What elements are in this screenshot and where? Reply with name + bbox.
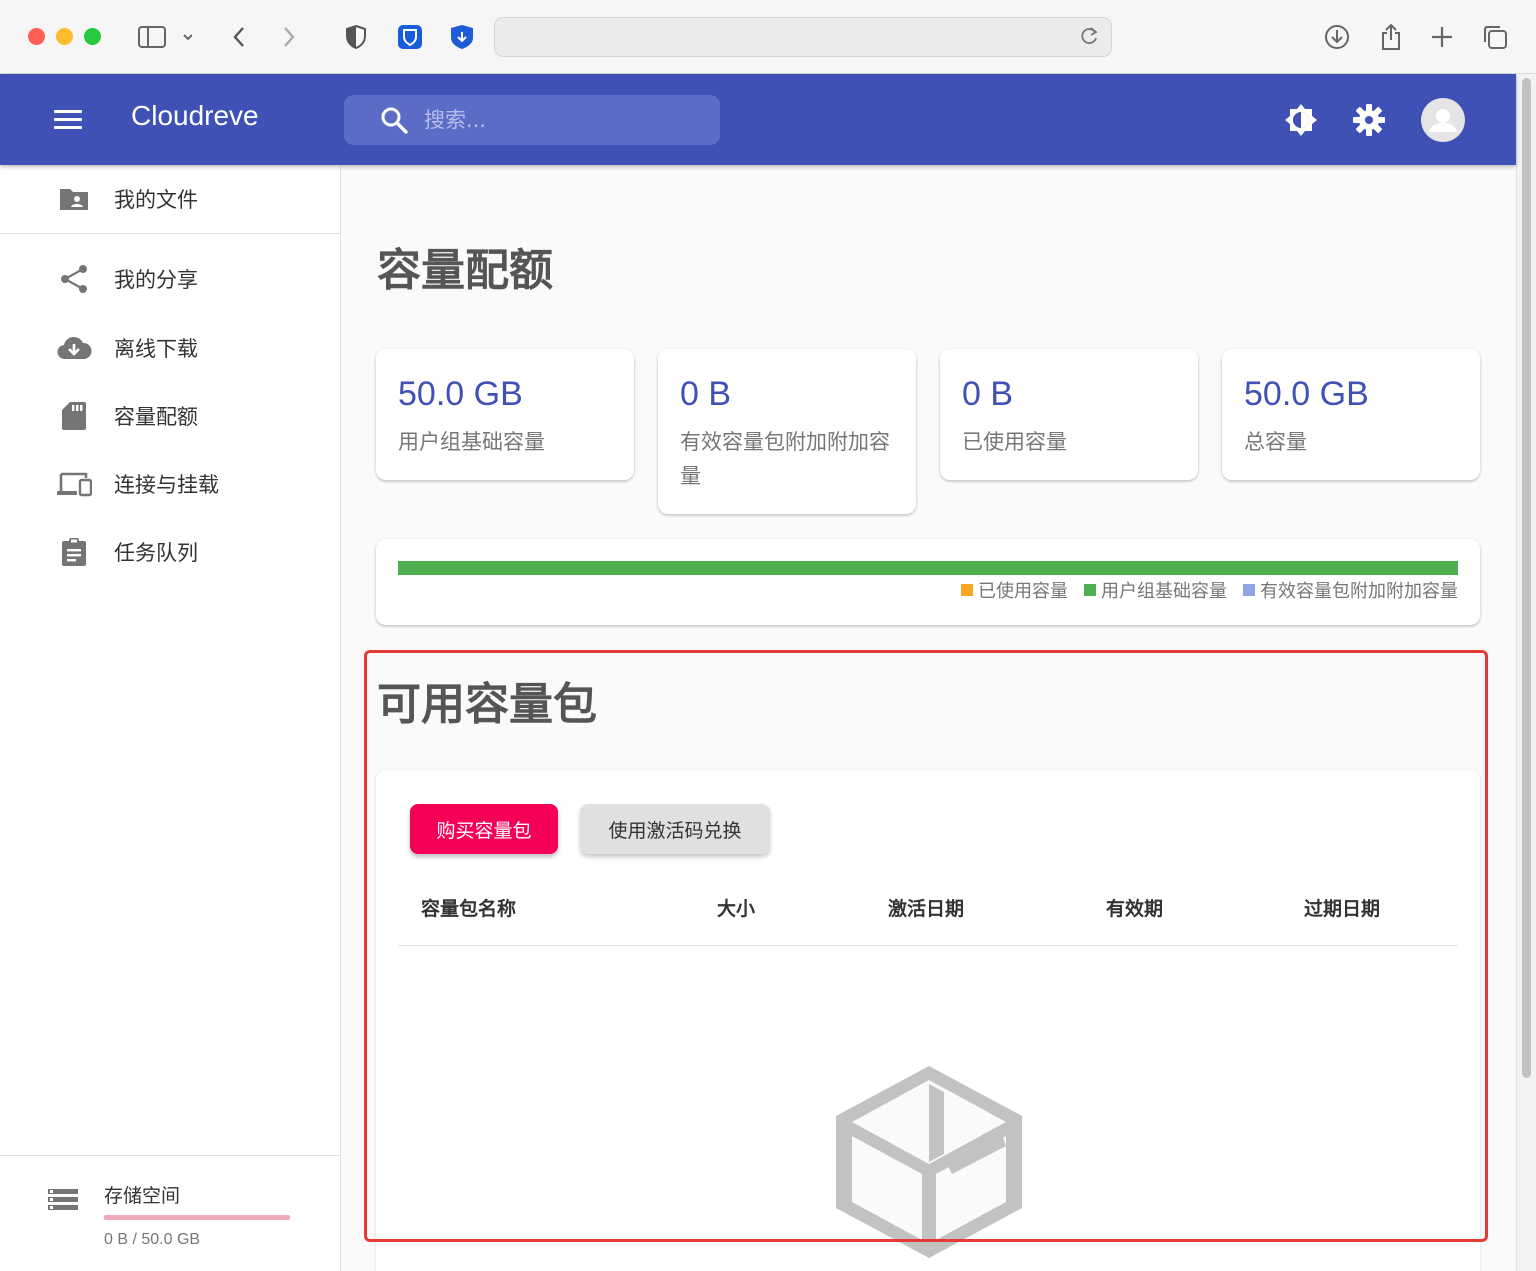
address-bar[interactable] bbox=[494, 17, 1112, 57]
window-zoom-button[interactable] bbox=[84, 28, 101, 45]
sd-card-icon bbox=[56, 398, 92, 434]
column-header-validity[interactable]: 有效期 bbox=[1106, 894, 1163, 921]
stat-label: 有效容量包附加附加容量 bbox=[680, 430, 890, 488]
browser-toolbar bbox=[0, 0, 1536, 74]
sidebar-item-label: 连接与挂载 bbox=[114, 473, 219, 497]
sidebar-item-connect-mount[interactable]: 连接与挂载 bbox=[0, 456, 341, 512]
packs-card: 购买容量包 使用激活码兑换 容量包名称 大小 激活日期 有效期 过期日期 bbox=[376, 770, 1480, 1271]
stat-value: 50.0 GB bbox=[1244, 375, 1369, 413]
folder-user-icon bbox=[56, 181, 92, 217]
extension-shield-icon[interactable] bbox=[448, 22, 476, 52]
clipboard-icon bbox=[56, 534, 92, 570]
stat-value: 50.0 GB bbox=[398, 375, 523, 413]
sidebar-item-my-shares[interactable]: 我的分享 bbox=[0, 251, 341, 307]
stat-card-pack-extra: 0 B 有效容量包附加附加容量 bbox=[658, 349, 916, 514]
packs-section-title: 可用容量包 bbox=[377, 679, 597, 730]
search-input[interactable] bbox=[424, 105, 704, 135]
sidebar-item-label: 容量配额 bbox=[114, 405, 198, 429]
user-icon bbox=[1429, 109, 1457, 132]
page-title: 容量配额 bbox=[377, 245, 553, 296]
usage-legend: 已使用容量 用户组基础容量 有效容量包附加附加容量 bbox=[945, 577, 1458, 603]
sidebar: 我的文件 我的分享 离线下载 容量配额 连接与挂载 任务队列 存储空间 0 B … bbox=[0, 165, 341, 1271]
stat-value: 0 B bbox=[962, 375, 1014, 413]
sidebar-item-quota[interactable]: 容量配额 bbox=[0, 388, 341, 444]
stat-card-total: 50.0 GB 总容量 bbox=[1222, 349, 1480, 480]
sidebar-item-label: 任务队列 bbox=[114, 541, 198, 565]
storage-icon bbox=[48, 1189, 78, 1210]
buy-pack-button[interactable]: 购买容量包 bbox=[410, 804, 558, 854]
downloads-icon[interactable] bbox=[1322, 22, 1352, 52]
devices-icon bbox=[56, 466, 92, 502]
legend-label: 用户组基础容量 bbox=[1101, 581, 1227, 602]
cloud-download-icon bbox=[56, 330, 92, 366]
legend-swatch bbox=[1243, 584, 1255, 596]
sidebar-item-label: 我的文件 bbox=[114, 188, 198, 212]
sidebar-item-label: 我的分享 bbox=[114, 268, 198, 292]
settings-gear-icon[interactable] bbox=[1349, 100, 1389, 140]
empty-box-icon bbox=[836, 1066, 1022, 1258]
sidebar-item-task-queue[interactable]: 任务队列 bbox=[0, 524, 341, 580]
share-icon bbox=[56, 261, 92, 297]
stat-label: 用户组基础容量 bbox=[398, 430, 545, 454]
storage-title: 存储空间 bbox=[104, 1185, 181, 1207]
avatar[interactable] bbox=[1421, 98, 1465, 142]
sidebar-item-label: 离线下载 bbox=[114, 337, 198, 361]
new-tab-icon[interactable] bbox=[1428, 22, 1456, 52]
table-header-divider bbox=[398, 945, 1458, 946]
theme-toggle-icon[interactable] bbox=[1281, 100, 1321, 140]
page-scrollbar[interactable] bbox=[1516, 74, 1536, 1271]
scrollbar-thumb[interactable] bbox=[1522, 78, 1531, 1078]
sidebar-item-my-files[interactable]: 我的文件 bbox=[0, 171, 341, 227]
stat-value: 0 B bbox=[680, 375, 732, 413]
sidebar-divider bbox=[0, 233, 341, 234]
bitwarden-extension-icon[interactable] bbox=[396, 22, 424, 52]
legend-item-pack-extra: 有效容量包附加附加容量 bbox=[1243, 577, 1458, 603]
storage-usage-text: 0 B / 50.0 GB bbox=[104, 1231, 201, 1248]
tab-overview-icon[interactable] bbox=[1480, 22, 1510, 52]
search-icon bbox=[381, 107, 408, 134]
window-minimize-button[interactable] bbox=[56, 28, 73, 45]
legend-item-group-base: 用户组基础容量 bbox=[1084, 577, 1227, 603]
window-close-button[interactable] bbox=[28, 28, 45, 45]
stat-card-used: 0 B 已使用容量 bbox=[940, 349, 1198, 480]
back-icon[interactable] bbox=[226, 22, 252, 52]
stat-label: 已使用容量 bbox=[962, 430, 1067, 454]
column-header-name[interactable]: 容量包名称 bbox=[421, 894, 516, 921]
search-box[interactable] bbox=[344, 95, 720, 145]
privacy-shield-icon[interactable] bbox=[342, 22, 370, 52]
storage-progress-bar bbox=[104, 1215, 290, 1220]
menu-icon[interactable] bbox=[54, 110, 82, 130]
legend-label: 已使用容量 bbox=[978, 581, 1068, 602]
sidebar-item-offline-download[interactable]: 离线下载 bbox=[0, 320, 341, 376]
app-bar: Cloudreve bbox=[0, 74, 1516, 165]
reload-icon[interactable] bbox=[1081, 26, 1099, 51]
legend-label: 有效容量包附加附加容量 bbox=[1260, 581, 1458, 602]
column-header-size[interactable]: 大小 bbox=[717, 894, 755, 921]
column-header-activation-date[interactable]: 激活日期 bbox=[888, 894, 964, 921]
usage-bar bbox=[398, 561, 1458, 575]
sidebar-toggle-icon[interactable] bbox=[136, 22, 192, 52]
app-brand[interactable]: Cloudreve bbox=[131, 100, 259, 132]
legend-swatch bbox=[961, 584, 973, 596]
legend-item-used: 已使用容量 bbox=[961, 577, 1068, 603]
share-icon[interactable] bbox=[1376, 22, 1406, 52]
redeem-code-button[interactable]: 使用激活码兑换 bbox=[580, 804, 770, 854]
stat-card-group-base: 50.0 GB 用户组基础容量 bbox=[376, 349, 634, 480]
column-header-expiry-date[interactable]: 过期日期 bbox=[1304, 894, 1380, 921]
stat-label: 总容量 bbox=[1244, 430, 1307, 454]
usage-card: 已使用容量 用户组基础容量 有效容量包附加附加容量 bbox=[376, 539, 1480, 625]
legend-swatch bbox=[1084, 584, 1096, 596]
forward-icon[interactable] bbox=[276, 22, 302, 52]
storage-divider bbox=[0, 1155, 341, 1156]
